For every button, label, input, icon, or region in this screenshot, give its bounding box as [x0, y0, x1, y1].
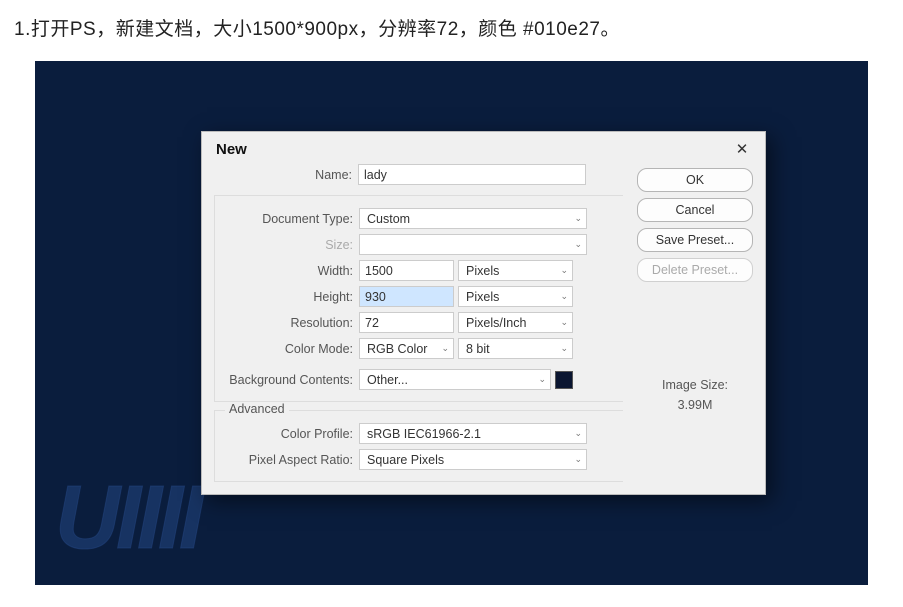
- cancel-button[interactable]: Cancel: [637, 198, 753, 222]
- chevron-down-icon: ⌄: [574, 428, 582, 439]
- chevron-down-icon: ⌄: [574, 239, 582, 250]
- color-profile-select[interactable]: sRGB IEC61966-2.1 ⌄: [359, 423, 587, 444]
- pixel-aspect-label: Pixel Aspect Ratio:: [215, 453, 355, 467]
- new-document-dialog: New ✕ Name: Document Type: Custom ⌄: [201, 131, 766, 495]
- resolution-label: Resolution:: [215, 316, 355, 330]
- color-depth-value: 8 bit: [466, 342, 490, 356]
- pixel-aspect-value: Square Pixels: [367, 453, 444, 467]
- color-mode-label: Color Mode:: [215, 342, 355, 356]
- chevron-down-icon: ⌄: [574, 213, 582, 224]
- bg-contents-label: Background Contents:: [215, 373, 355, 387]
- resolution-unit-value: Pixels/Inch: [466, 316, 526, 330]
- width-unit-select[interactable]: Pixels ⌄: [458, 260, 573, 281]
- image-size-info: Image Size: 3.99M: [637, 378, 753, 412]
- instruction-text: 1.打开PS，新建文档，大小1500*900px，分辨率72，颜色 #010e2…: [0, 0, 903, 41]
- width-label: Width:: [215, 264, 355, 278]
- resolution-input[interactable]: [359, 312, 454, 333]
- image-size-value: 3.99M: [637, 398, 753, 412]
- color-mode-select[interactable]: RGB Color ⌄: [359, 338, 454, 359]
- close-icon[interactable]: ✕: [733, 140, 751, 158]
- watermark: UIIII: [55, 467, 200, 570]
- width-unit-value: Pixels: [466, 264, 499, 278]
- ok-button[interactable]: OK: [637, 168, 753, 192]
- width-input[interactable]: [359, 260, 454, 281]
- chevron-down-icon: ⌄: [560, 265, 568, 276]
- color-profile-label: Color Profile:: [215, 427, 355, 441]
- document-type-label: Document Type:: [215, 212, 355, 226]
- height-label: Height:: [215, 290, 355, 304]
- ps-canvas-bg: UIIII New ✕ Name: Document Type: Custom …: [35, 61, 868, 585]
- pixel-aspect-select[interactable]: Square Pixels ⌄: [359, 449, 587, 470]
- height-input[interactable]: [359, 286, 454, 307]
- name-label: Name:: [214, 168, 354, 182]
- advanced-legend: Advanced: [225, 402, 289, 416]
- chevron-down-icon: ⌄: [560, 343, 568, 354]
- height-unit-select[interactable]: Pixels ⌄: [458, 286, 573, 307]
- color-depth-select[interactable]: 8 bit ⌄: [458, 338, 573, 359]
- chevron-down-icon: ⌄: [560, 291, 568, 302]
- chevron-down-icon: ⌄: [538, 374, 546, 385]
- height-unit-value: Pixels: [466, 290, 499, 304]
- resolution-unit-select[interactable]: Pixels/Inch ⌄: [458, 312, 573, 333]
- chevron-down-icon: ⌄: [574, 454, 582, 465]
- save-preset-button[interactable]: Save Preset...: [637, 228, 753, 252]
- dialog-titlebar: New ✕: [202, 132, 765, 168]
- color-mode-value: RGB Color: [367, 342, 427, 356]
- name-input[interactable]: [358, 164, 586, 185]
- image-size-label: Image Size:: [637, 378, 753, 392]
- color-profile-value: sRGB IEC61966-2.1: [367, 427, 481, 441]
- chevron-down-icon: ⌄: [560, 317, 568, 328]
- size-select[interactable]: ⌄: [359, 234, 587, 255]
- document-type-select[interactable]: Custom ⌄: [359, 208, 587, 229]
- bg-color-swatch[interactable]: [555, 371, 573, 389]
- bg-contents-select[interactable]: Other... ⌄: [359, 369, 551, 390]
- chevron-down-icon: ⌄: [441, 343, 449, 354]
- dialog-title: New: [216, 141, 247, 158]
- delete-preset-button: Delete Preset...: [637, 258, 753, 282]
- bg-contents-value: Other...: [367, 373, 408, 387]
- size-label: Size:: [215, 238, 355, 252]
- document-type-value: Custom: [367, 212, 410, 226]
